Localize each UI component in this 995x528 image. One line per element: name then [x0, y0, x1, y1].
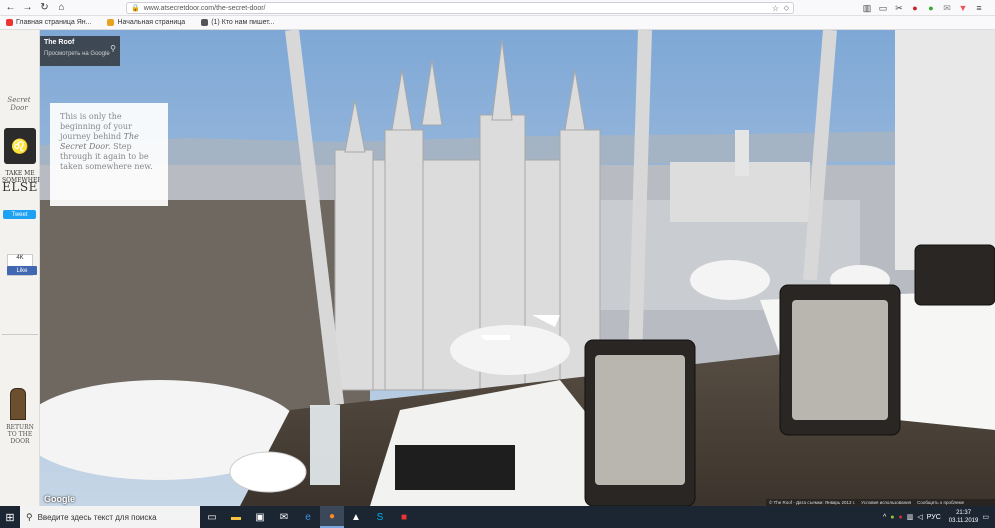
- bookmarks-bar: Главная страница Ян... Начальная страниц…: [0, 16, 995, 30]
- else-label[interactable]: ELSE: [2, 180, 38, 194]
- extension-icon[interactable]: ▼: [958, 2, 968, 14]
- clock-date: 03.11.2019: [948, 518, 979, 524]
- bookmark-favicon-icon: [6, 19, 13, 26]
- streetview-footer: © The Roof - Дата съемки: Январь 2013 г.…: [766, 499, 995, 506]
- mail-icon[interactable]: ✉: [272, 506, 296, 528]
- left-sidebar: Secret Door ♌ TAKE ME SOMEWHERE ELSE Twe…: [0, 30, 46, 506]
- bookmark-favicon-icon: [107, 19, 115, 26]
- photos-icon[interactable]: ▲: [344, 506, 368, 528]
- network-icon[interactable]: ▥: [907, 513, 914, 521]
- system-tray: ^ ● ● ▥ ◁ РУС 21:37 03.11.2019 ▭: [883, 506, 995, 528]
- home-icon[interactable]: ⌂: [55, 1, 68, 14]
- chevron-up-icon[interactable]: ^: [883, 514, 886, 521]
- lion-emblem-icon: ♌: [4, 128, 36, 164]
- back-icon[interactable]: ←: [4, 1, 17, 14]
- library-icon[interactable]: ▥: [862, 2, 872, 14]
- screenshot-icon[interactable]: ✂: [894, 2, 904, 14]
- story-text-1: This is only the beginning of your journ…: [60, 112, 132, 141]
- forward-icon[interactable]: →: [21, 1, 34, 14]
- copyright-text: © The Roof - Дата съемки: Январь 2013 г.: [769, 500, 856, 505]
- report-problem-link[interactable]: Сообщить о проблеме: [917, 500, 964, 505]
- edge-icon[interactable]: e: [296, 506, 320, 528]
- notifications-icon[interactable]: ▭: [982, 513, 989, 521]
- skype-icon[interactable]: S: [368, 506, 392, 528]
- browser-toolbar: ← → ↻ ⌂ 🔒 www.atsecretdoor.com/the-secre…: [0, 0, 995, 16]
- tray-app-icon[interactable]: ●: [899, 514, 903, 521]
- bookmark-item[interactable]: Главная страница Ян...: [6, 19, 91, 26]
- store-icon[interactable]: ▣: [248, 506, 272, 528]
- terms-link[interactable]: Условия использования: [861, 500, 911, 505]
- bookmark-label: (1) Кто нам пишет...: [211, 19, 275, 26]
- search-placeholder: Введите здесь текст для поиска: [37, 512, 157, 522]
- divider: [2, 334, 38, 335]
- clock[interactable]: 21:37 03.11.2019: [949, 509, 979, 525]
- search-icon: ⚲: [26, 511, 33, 522]
- site-logo[interactable]: Secret Door: [4, 96, 34, 112]
- return-to-door-link[interactable]: RETURN TO THE DOOR: [1, 424, 39, 445]
- bookmark-item[interactable]: (1) Кто нам пишет...: [201, 19, 275, 26]
- like-count: 4K: [16, 255, 24, 261]
- url-text[interactable]: www.atsecretdoor.com/the-secret-door/: [144, 5, 266, 12]
- place-subtitle[interactable]: Просмотреть на Google: [44, 51, 116, 57]
- bookmark-star-icon[interactable]: ☆: [772, 4, 779, 13]
- windows-taskbar: ⊞ ⚲ Введите здесь текст для поиска ▭ ▬ ▣…: [0, 506, 995, 528]
- extension-icon[interactable]: ●: [926, 2, 936, 14]
- panorama-image[interactable]: [40, 30, 995, 506]
- language-indicator[interactable]: РУС: [927, 514, 941, 521]
- menu-icon[interactable]: ≡: [974, 2, 984, 14]
- firefox-icon[interactable]: ●: [320, 506, 344, 528]
- bookmark-item[interactable]: Начальная страница: [107, 19, 185, 26]
- bookmark-label: Главная страница Ян...: [16, 19, 92, 26]
- street-view-panorama[interactable]: The Roof Просмотреть на Google ⚲ This is…: [40, 30, 995, 506]
- google-logo: Google: [44, 494, 75, 504]
- reload-icon[interactable]: ↻: [38, 1, 51, 14]
- story-card: This is only the beginning of your journ…: [50, 103, 168, 206]
- volume-icon[interactable]: ◁: [917, 513, 922, 521]
- tweet-label: Tweet: [11, 211, 28, 218]
- like-button[interactable]: Like: [7, 266, 37, 275]
- tweet-button[interactable]: Tweet: [3, 210, 36, 219]
- extension-icon[interactable]: ✉: [942, 2, 952, 14]
- page-content: Secret Door ♌ TAKE ME SOMEWHERE ELSE Twe…: [0, 30, 995, 506]
- task-view-icon[interactable]: ▭: [200, 506, 224, 528]
- address-bar[interactable]: 🔒 www.atsecretdoor.com/the-secret-door/ …: [126, 2, 794, 14]
- place-info-box[interactable]: The Roof Просмотреть на Google ⚲: [40, 36, 120, 66]
- map-pin-icon[interactable]: ⚲: [110, 44, 116, 53]
- door-icon[interactable]: [10, 388, 26, 420]
- tray-app-icon[interactable]: ●: [890, 514, 894, 521]
- shield-icon[interactable]: ◇: [784, 4, 789, 12]
- toolbar-right: ▥ ▭ ✂ ● ● ✉ ▼ ≡: [862, 2, 984, 14]
- bookmark-label: Начальная страница: [117, 19, 186, 26]
- clock-time: 21:37: [956, 510, 972, 516]
- like-label: Like: [16, 267, 28, 274]
- taskbar-search[interactable]: ⚲ Введите здесь текст для поиска: [20, 506, 200, 528]
- lock-icon: 🔒: [131, 5, 140, 12]
- file-explorer-icon[interactable]: ▬: [224, 506, 248, 528]
- reader-view-icon[interactable]: ▭: [878, 2, 888, 14]
- app-icon[interactable]: ■: [392, 506, 416, 528]
- windows-start-icon[interactable]: ⊞: [0, 506, 20, 528]
- place-title: The Roof: [44, 39, 75, 46]
- addon-icon[interactable]: ●: [910, 2, 920, 14]
- bookmark-favicon-icon: [201, 19, 209, 26]
